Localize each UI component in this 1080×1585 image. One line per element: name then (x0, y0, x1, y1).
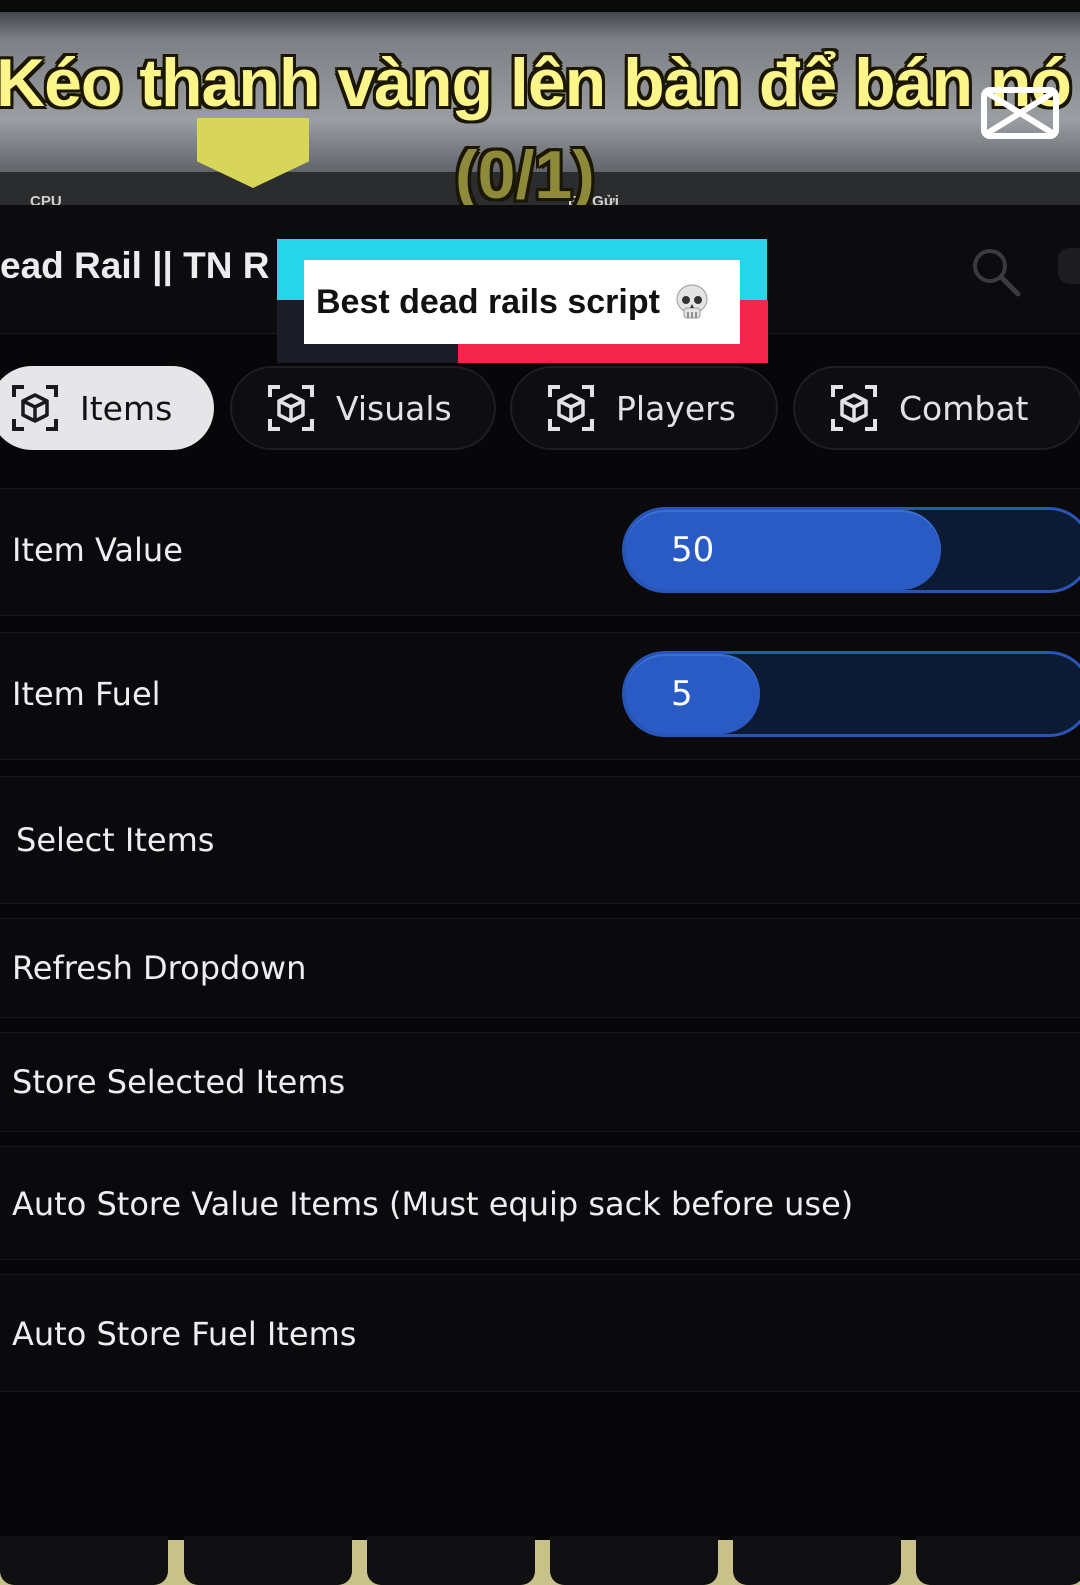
auto-store-fuel-toggle[interactable]: Auto Store Fuel Items (0, 1274, 1080, 1392)
cube-icon (12, 385, 58, 431)
video-caption-sticker: Best dead rails script (304, 260, 740, 344)
quest-caption: Kéo thanh vàng lên bàn để bán nó (0, 45, 1072, 121)
item-value-slider-fill[interactable]: 50 (625, 510, 941, 590)
hotbar-slot[interactable] (0, 1536, 168, 1585)
store-selected-items-button[interactable]: Store Selected Items (0, 1032, 1080, 1132)
sticker-text: Best dead rails script (316, 282, 660, 321)
item-value-row: Item Value 50 (0, 488, 1080, 616)
hotbar-slot[interactable] (550, 1536, 718, 1585)
select-items-dropdown[interactable]: Select Items (0, 776, 1080, 904)
tab-items[interactable]: Items (0, 366, 214, 450)
item-value-slider[interactable]: 50 (622, 507, 1080, 593)
select-items-label: Select Items (16, 821, 215, 859)
item-value-number: 50 (671, 530, 715, 570)
item-fuel-label: Item Fuel (12, 675, 161, 713)
hotbar-slot[interactable] (916, 1536, 1080, 1585)
store-selected-items-label: Store Selected Items (12, 1063, 346, 1101)
skull-icon (676, 284, 708, 319)
game-top-bar (0, 0, 1080, 12)
refresh-dropdown-label: Refresh Dropdown (12, 949, 307, 987)
cube-icon (548, 385, 594, 431)
item-fuel-slider[interactable]: 5 (622, 651, 1080, 737)
item-fuel-slider-fill[interactable]: 5 (625, 654, 760, 734)
auto-store-value-toggle[interactable]: Auto Store Value Items (Must equip sack … (0, 1146, 1080, 1260)
hotbar-slot[interactable] (733, 1536, 901, 1585)
tab-label-players: Players (616, 388, 736, 428)
tab-combat[interactable]: Combat (793, 366, 1080, 450)
search-icon[interactable] (968, 244, 1024, 300)
hotbar-slot[interactable] (367, 1536, 535, 1585)
cube-icon (268, 385, 314, 431)
quest-progress: (0/1) (455, 137, 595, 213)
tab-visuals[interactable]: Visuals (230, 366, 496, 450)
cube-icon (831, 385, 877, 431)
tab-label-items: Items (80, 388, 173, 428)
tab-players[interactable]: Players (510, 366, 778, 450)
hotbar-slot[interactable] (184, 1536, 352, 1585)
tab-label-visuals: Visuals (336, 388, 452, 428)
window-title: ead Rail || TN R (0, 245, 270, 286)
auto-store-fuel-label: Auto Store Fuel Items (12, 1315, 357, 1353)
refresh-dropdown-button[interactable]: Refresh Dropdown (0, 918, 1080, 1018)
tab-label-combat: Combat (899, 388, 1029, 428)
item-value-label: Item Value (12, 531, 183, 569)
close-icon[interactable] (980, 84, 1060, 142)
item-fuel-row: Item Fuel 5 (0, 632, 1080, 760)
auto-store-value-label: Auto Store Value Items (Must equip sack … (12, 1185, 854, 1223)
more-options-icon[interactable] (1058, 248, 1080, 284)
item-fuel-number: 5 (671, 674, 693, 714)
